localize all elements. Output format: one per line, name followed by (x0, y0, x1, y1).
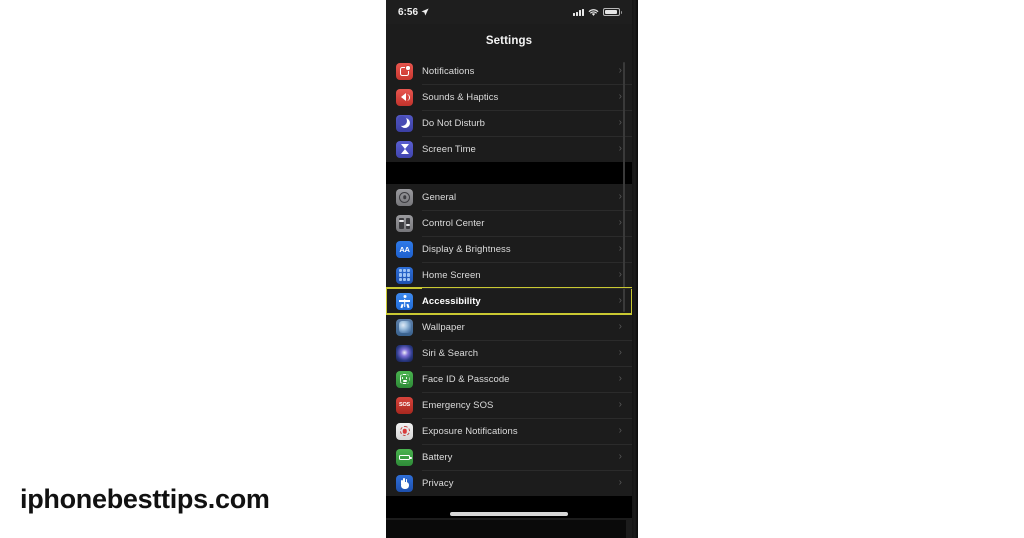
do-not-disturb-icon (396, 114, 413, 132)
location-arrow-icon (421, 8, 429, 16)
settings-row-wallpaper[interactable]: Wallpaper › (386, 314, 632, 340)
settings-row-face-id-passcode[interactable]: Face ID & Passcode › (386, 366, 632, 392)
settings-row-home-screen[interactable]: Home Screen › (386, 262, 632, 288)
wifi-icon (588, 8, 599, 16)
chevron-right-icon: › (618, 191, 622, 202)
list-scrollbar[interactable] (623, 62, 625, 312)
row-label: Privacy (422, 477, 454, 489)
battery-icon (603, 8, 622, 16)
chevron-right-icon: › (618, 373, 622, 384)
row-label: Screen Time (422, 143, 476, 155)
settings-row-control-center[interactable]: Control Center › (386, 210, 632, 236)
settings-row-general[interactable]: General › (386, 184, 632, 210)
row-label: Emergency SOS (422, 399, 494, 411)
accessibility-icon (396, 292, 413, 310)
settings-row-exposure-notifications[interactable]: Exposure Notifications › (386, 418, 632, 444)
chevron-right-icon: › (618, 65, 622, 76)
row-label: Home Screen (422, 269, 481, 281)
row-label: Exposure Notifications (422, 425, 518, 437)
row-label: Display & Brightness (422, 243, 511, 255)
row-label: Face ID & Passcode (422, 373, 510, 385)
page-title: Settings (485, 35, 533, 47)
row-label: Wallpaper (422, 321, 465, 333)
settings-row-emergency-sos[interactable]: SOS Emergency SOS › (386, 392, 632, 418)
chevron-right-icon: › (618, 321, 622, 332)
group-separator (386, 162, 632, 184)
row-label: Do Not Disturb (422, 117, 485, 129)
cellular-signal-icon (573, 8, 584, 16)
site-watermark: iphonebesttips.com (20, 484, 270, 514)
phone-frame: 6:56 Settings Notifications › Sounds & H… (386, 0, 638, 538)
chevron-right-icon: › (618, 451, 622, 462)
row-label: Battery (422, 451, 453, 463)
screen-time-icon (396, 140, 413, 158)
status-bar-right (573, 8, 622, 17)
settings-row-battery[interactable]: Battery › (386, 444, 632, 470)
settings-row-do-not-disturb[interactable]: Do Not Disturb › (386, 110, 632, 136)
status-bar-left: 6:56 (398, 7, 429, 18)
battery-settings-icon (396, 448, 413, 466)
home-screen-icon (396, 266, 413, 284)
home-indicator[interactable] (450, 512, 568, 516)
chevron-right-icon: › (618, 425, 622, 436)
emergency-sos-icon: SOS (396, 396, 413, 414)
chevron-right-icon: › (618, 217, 622, 228)
settings-row-sounds-haptics[interactable]: Sounds & Haptics › (386, 84, 632, 110)
status-bar: 6:56 (386, 0, 632, 24)
chevron-right-icon: › (618, 243, 622, 254)
chevron-right-icon: › (618, 477, 622, 488)
settings-row-accessibility[interactable]: Accessibility › (386, 287, 632, 315)
chevron-right-icon: › (618, 399, 622, 410)
settings-row-screen-time[interactable]: Screen Time › (386, 136, 632, 162)
settings-row-notifications[interactable]: Notifications › (386, 58, 632, 84)
bottom-bar-area (386, 520, 626, 538)
chevron-right-icon: › (618, 269, 622, 280)
settings-list[interactable]: Notifications › Sounds & Haptics › Do No… (386, 58, 632, 538)
face-id-passcode-icon (396, 370, 413, 388)
settings-group-1: Notifications › Sounds & Haptics › Do No… (386, 58, 632, 162)
settings-group-2: General › Control Center › AA Display & … (386, 184, 632, 496)
display-brightness-icon: AA (396, 240, 413, 258)
chevron-right-icon: › (618, 143, 622, 154)
general-gear-icon (396, 188, 413, 206)
chevron-right-icon: › (618, 117, 622, 128)
phone-right-bezel (632, 0, 638, 538)
row-label: Siri & Search (422, 347, 479, 359)
row-label: Accessibility (422, 295, 481, 307)
row-label: Control Center (422, 217, 485, 229)
settings-row-display-brightness[interactable]: AA Display & Brightness › (386, 236, 632, 262)
status-time: 6:56 (398, 6, 419, 18)
chevron-right-icon: › (618, 295, 622, 306)
control-center-icon (396, 214, 413, 232)
settings-row-privacy[interactable]: Privacy › (386, 470, 632, 496)
chevron-right-icon: › (618, 347, 622, 358)
wallpaper-icon (396, 318, 413, 336)
phone-screen: 6:56 Settings Notifications › Sounds & H… (386, 0, 632, 538)
privacy-icon (396, 474, 413, 492)
row-label: Notifications (422, 65, 475, 77)
row-label: General (422, 191, 457, 203)
navigation-bar: Settings (386, 24, 632, 58)
siri-search-icon (396, 344, 413, 362)
row-label: Sounds & Haptics (422, 91, 499, 103)
settings-row-siri-search[interactable]: Siri & Search › (386, 340, 632, 366)
notifications-icon (396, 62, 413, 80)
exposure-notifications-icon (396, 422, 413, 440)
sounds-haptics-icon (396, 88, 413, 106)
chevron-right-icon: › (618, 91, 622, 102)
